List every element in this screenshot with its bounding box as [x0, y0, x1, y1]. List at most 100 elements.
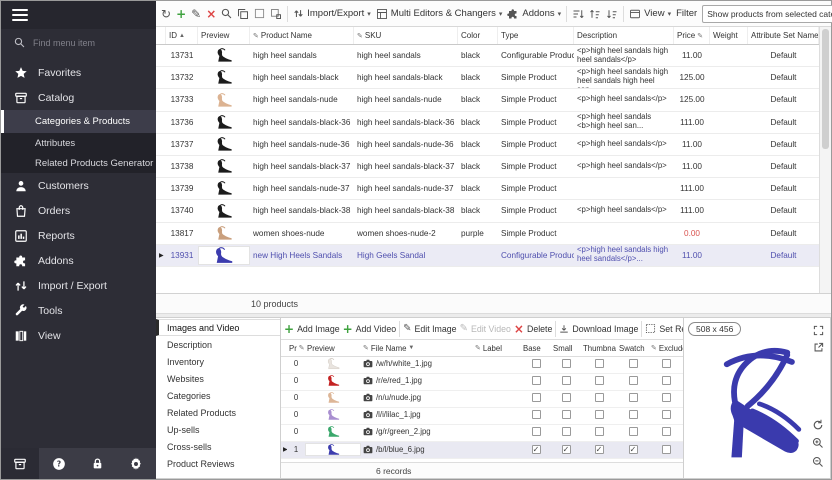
sort-columns-icon[interactable]	[572, 6, 584, 22]
checkbox-small[interactable]	[562, 410, 571, 419]
checkbox-exclude[interactable]	[662, 376, 671, 385]
edit-product-icon[interactable]: ✎	[191, 6, 201, 22]
edit-image-button[interactable]: ✎Edit Image	[403, 321, 456, 337]
checkbox-thumbnail[interactable]: ✓	[595, 445, 604, 454]
image-column-label[interactable]: ✎Label	[473, 344, 521, 353]
checkbox-base[interactable]	[532, 427, 541, 436]
checkbox-swatch[interactable]	[629, 393, 638, 402]
sidebar-item-orders[interactable]: Orders	[1, 198, 156, 223]
search-products-icon[interactable]	[221, 6, 232, 22]
sidebar-subitem-categories-products[interactable]: Categories & Products	[1, 110, 156, 133]
column-header-price[interactable]: Price✎	[674, 27, 710, 44]
sidebar-item-view[interactable]: View	[1, 323, 156, 348]
import-export-button[interactable]: Import/Export▾	[293, 8, 371, 19]
column-header-type[interactable]: Type	[498, 27, 574, 44]
add-image-button[interactable]: +Add Image	[284, 321, 340, 337]
checkbox-exclude[interactable]	[662, 393, 671, 402]
checkbox-swatch[interactable]	[629, 376, 638, 385]
checkbox-base[interactable]: ✓	[532, 445, 541, 454]
checkbox-base[interactable]	[532, 410, 541, 419]
sidebar-item-catalog[interactable]: Catalog	[1, 85, 156, 110]
checkbox-base[interactable]	[532, 376, 541, 385]
collapse-all-icon[interactable]	[606, 6, 618, 22]
tab-related-products[interactable]: Related Products	[156, 404, 280, 421]
settings-gear-icon[interactable]	[129, 457, 143, 471]
sidebar-search[interactable]: Find menu item	[1, 29, 156, 56]
column-header-id[interactable]: ID▲	[166, 27, 198, 44]
checkbox-swatch[interactable]	[629, 410, 638, 419]
sidebar-item-customers[interactable]: Customers	[1, 173, 156, 198]
checkbox-exclude[interactable]	[662, 410, 671, 419]
image-column-thumbna[interactable]: Thumbna	[581, 344, 617, 353]
checkbox-base[interactable]	[532, 393, 541, 402]
checkbox-swatch[interactable]	[629, 359, 638, 368]
product-row[interactable]: ▶13931 new High Heels SandalsHigh Geels …	[156, 245, 819, 267]
sidebar-item-addons[interactable]: Addons	[1, 248, 156, 273]
image-column-base[interactable]: Base	[521, 344, 551, 353]
download-image-button[interactable]: Download Image	[559, 324, 638, 334]
checkbox-small[interactable]: ✓	[562, 445, 571, 454]
help-icon[interactable]: ?	[52, 457, 66, 471]
filter-select[interactable]: Show products from selected categories▾	[702, 5, 832, 23]
sidebar-item-import-export[interactable]: Import / Export	[1, 273, 156, 298]
catalog-shortcut-icon[interactable]	[1, 448, 39, 479]
product-row[interactable]: 13817 women shoes-nudewomen shoes-nude-2…	[156, 223, 819, 245]
image-column-pr[interactable]: Pr✎	[287, 344, 305, 353]
image-column-small[interactable]: Small	[551, 344, 581, 353]
image-row[interactable]: 0 /g/r/green_2.jpg	[281, 425, 683, 442]
multi-editors-button[interactable]: Multi Editors & Changers▾	[376, 8, 503, 20]
delete-product-icon[interactable]: ×	[206, 6, 216, 22]
sidebar-subitem-related-products-generator[interactable]: Related Products Generator	[1, 153, 156, 173]
image-row[interactable]: ▶1 /b/l/blue_6.jpg✓✓✓✓	[281, 442, 683, 459]
checkbox-small[interactable]	[562, 376, 571, 385]
image-row[interactable]: 0 /r/e/red_1.jpg	[281, 374, 683, 391]
tab-inventory[interactable]: Inventory	[156, 353, 280, 370]
image-column-swatch[interactable]: Swatch	[617, 344, 649, 353]
product-row[interactable]: 13740 high heel sandals-black-38high hee…	[156, 200, 819, 222]
column-header-attribute-set-name[interactable]: Attribute Set Name	[748, 27, 819, 44]
tab-up-sells[interactable]: Up-sells	[156, 421, 280, 438]
checkbox-thumbnail[interactable]	[595, 427, 604, 436]
checkbox-swatch[interactable]: ✓	[629, 445, 638, 454]
product-row[interactable]: 13732 high heel sandals-blackhigh heel s…	[156, 67, 819, 89]
image-row[interactable]: 0 /n/u/nude.jpg	[281, 391, 683, 408]
checkbox-thumbnail[interactable]	[595, 359, 604, 368]
fullscreen-icon[interactable]	[813, 323, 824, 341]
image-column-file-name[interactable]: ✎File Name▼	[361, 344, 473, 353]
refresh-icon[interactable]: ↻	[161, 6, 171, 22]
column-header-sku[interactable]: ✎SKU	[354, 27, 458, 44]
product-row[interactable]: 13731 high heel sandalshigh heel sandals…	[156, 45, 819, 67]
duplicate-icon[interactable]	[270, 6, 282, 22]
add-product-icon[interactable]: +	[176, 6, 186, 22]
sidebar-item-favorites[interactable]: Favorites	[1, 60, 156, 85]
set-resize-rule-button[interactable]: Set Resize Rule	[645, 323, 683, 334]
tab-images-and-video[interactable]: Images and Video	[156, 319, 280, 336]
add-video-button[interactable]: +Add Video	[343, 321, 397, 337]
checkbox-exclude[interactable]	[662, 427, 671, 436]
image-column-exclude[interactable]: ✎Exclude	[649, 344, 683, 353]
checkbox-base[interactable]	[532, 359, 541, 368]
image-row[interactable]: 0 /w/h/white_1.jpg	[281, 357, 683, 374]
tab-product-reviews[interactable]: Product Reviews	[156, 455, 280, 472]
tab-description[interactable]: Description	[156, 336, 280, 353]
sidebar-item-tools[interactable]: Tools	[1, 298, 156, 323]
addons-button[interactable]: Addons▾	[507, 8, 561, 20]
lock-icon[interactable]	[91, 457, 104, 471]
checkbox-small[interactable]	[562, 359, 571, 368]
image-column-preview[interactable]: Preview	[305, 344, 361, 353]
tab-cross-sells[interactable]: Cross-sells	[156, 438, 280, 455]
vertical-scrollbar[interactable]	[819, 27, 831, 293]
product-row[interactable]: 13737 high heel sandals-nude-36high heel…	[156, 134, 819, 156]
checkbox-swatch[interactable]	[629, 427, 638, 436]
checkbox-exclude[interactable]	[662, 445, 671, 454]
checkbox-small[interactable]	[562, 393, 571, 402]
product-row[interactable]: 13736 high heel sandals-black-36high hee…	[156, 112, 819, 134]
tab-categories[interactable]: Categories	[156, 387, 280, 404]
expand-all-icon[interactable]	[589, 6, 601, 22]
checkbox-thumbnail[interactable]	[595, 376, 604, 385]
checkbox-thumbnail[interactable]	[595, 393, 604, 402]
hamburger-menu-icon[interactable]	[12, 9, 28, 21]
column-header-weight[interactable]: Weight	[710, 27, 748, 44]
checkbox-exclude[interactable]	[662, 359, 671, 368]
sidebar-item-reports[interactable]: Reports	[1, 223, 156, 248]
